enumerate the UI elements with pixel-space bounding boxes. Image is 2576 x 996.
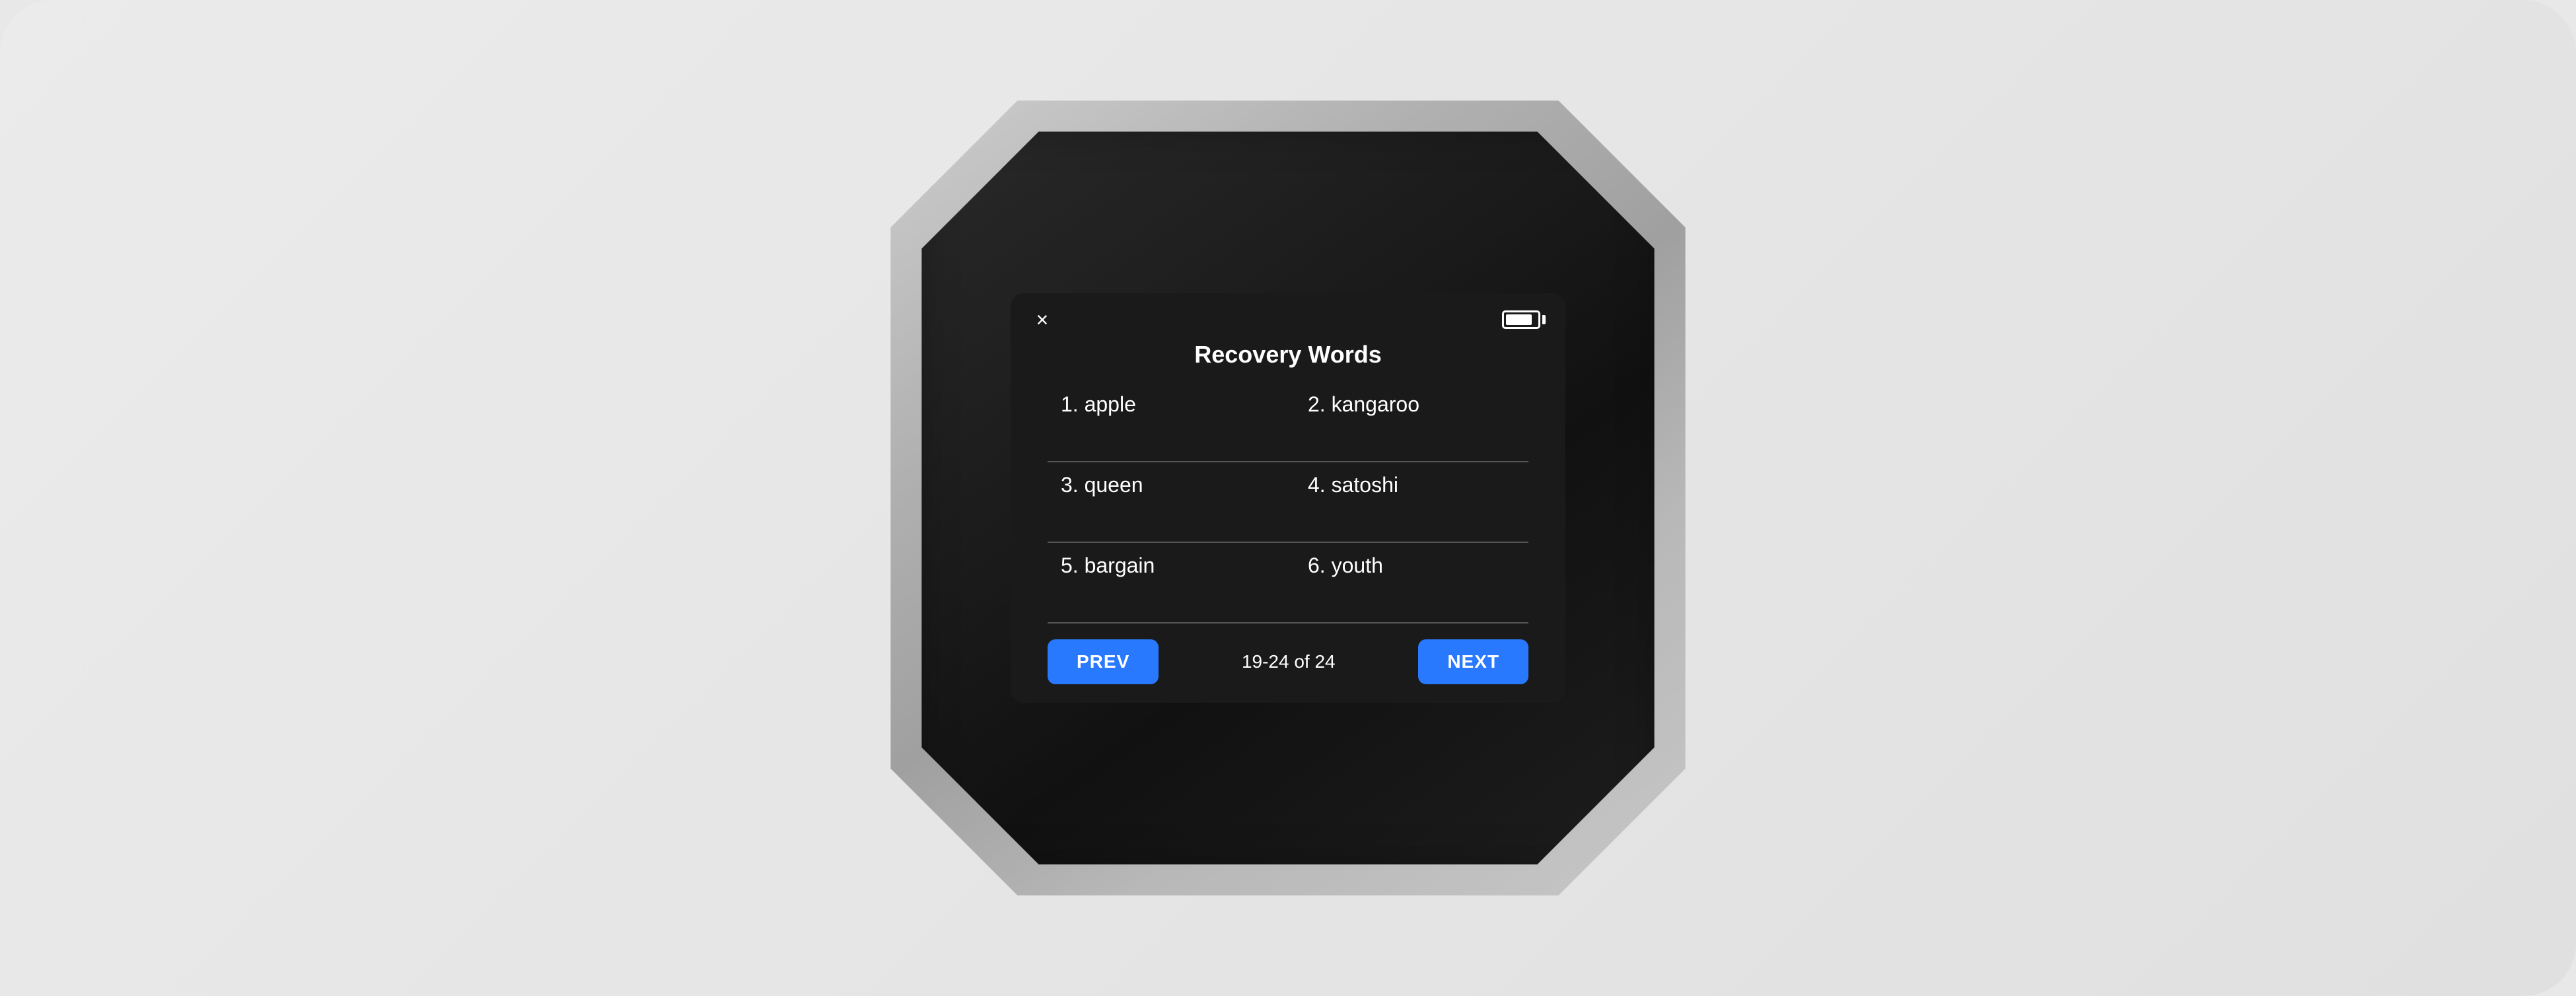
- word-text-5: bargain: [1085, 553, 1155, 577]
- device-screen: × Recovery Words 1. apple: [1011, 293, 1565, 703]
- device-inner-body: × Recovery Words 1. apple: [898, 108, 1678, 888]
- page-indicator: 19-24 of 24: [1172, 651, 1405, 672]
- page-background: × Recovery Words 1. apple: [0, 0, 2576, 996]
- top-bar: ×: [1011, 293, 1565, 338]
- word-number-2: 2.: [1308, 392, 1332, 416]
- word-item-6: 6. youth: [1288, 543, 1528, 623]
- close-button[interactable]: ×: [1030, 308, 1054, 332]
- battery-fill: [1506, 314, 1532, 325]
- prev-button[interactable]: PREV: [1048, 639, 1159, 684]
- word-number-5: 5.: [1061, 553, 1085, 577]
- close-icon: ×: [1036, 309, 1049, 330]
- word-item-3: 3. queen: [1048, 462, 1288, 543]
- word-text-2: kangaroo: [1332, 392, 1419, 416]
- word-text-1: apple: [1085, 392, 1136, 416]
- battery-body: [1502, 310, 1540, 329]
- word-item-5: 5. bargain: [1048, 543, 1288, 623]
- word-item-4: 4. satoshi: [1288, 462, 1528, 543]
- word-number-1: 1.: [1061, 392, 1085, 416]
- word-number-6: 6.: [1308, 553, 1332, 577]
- next-button[interactable]: NEXT: [1418, 639, 1528, 684]
- device-outer-ring: × Recovery Words 1. apple: [865, 75, 1711, 921]
- battery-indicator: [1502, 310, 1546, 329]
- words-grid: 1. apple 2. kangaroo 3. queen 4. satoshi…: [1011, 382, 1565, 623]
- word-text-4: satoshi: [1332, 473, 1398, 497]
- word-item-1: 1. apple: [1048, 382, 1288, 462]
- screen-title: Recovery Words: [1011, 338, 1565, 382]
- word-text-6: youth: [1332, 553, 1383, 577]
- word-number-4: 4.: [1308, 473, 1332, 497]
- bottom-navigation: PREV 19-24 of 24 NEXT: [1011, 623, 1565, 703]
- word-number-3: 3.: [1061, 473, 1085, 497]
- word-item-2: 2. kangaroo: [1288, 382, 1528, 462]
- battery-tip: [1542, 315, 1546, 324]
- word-text-3: queen: [1085, 473, 1143, 497]
